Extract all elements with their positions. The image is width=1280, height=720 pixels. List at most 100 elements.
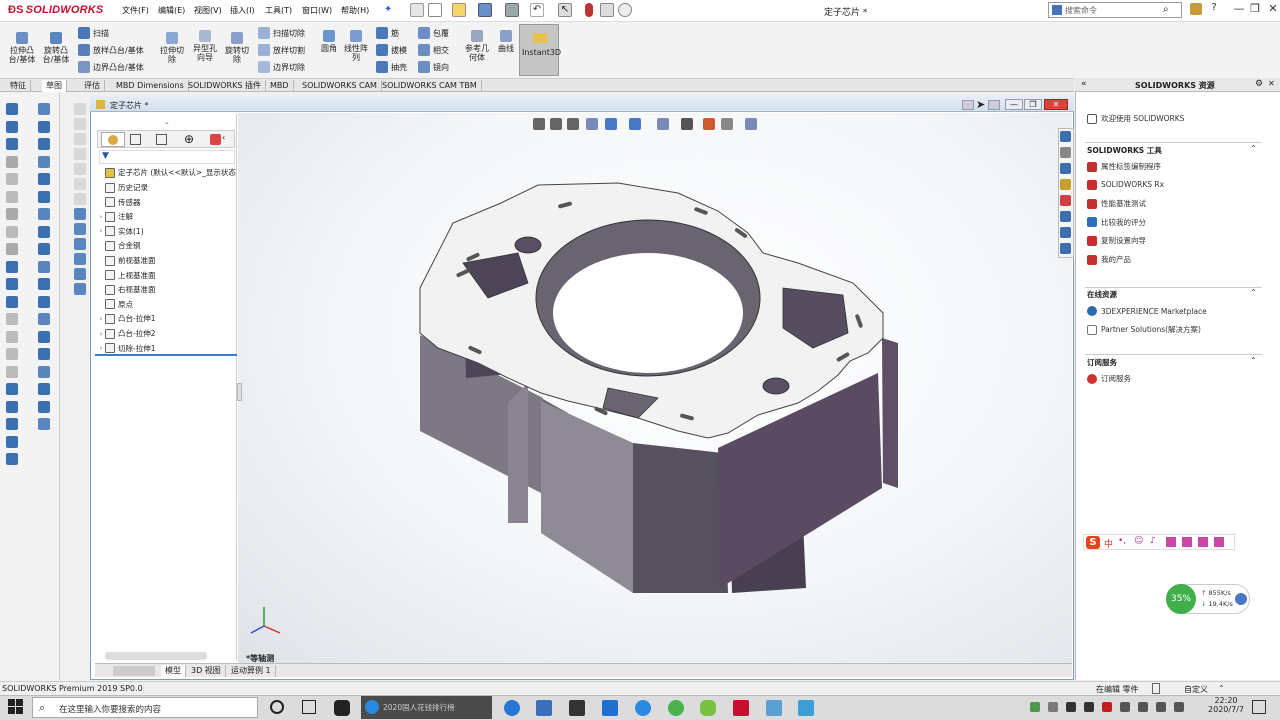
section-tools-title[interactable]: SOLIDWORKS 工具 xyxy=(1087,145,1162,156)
left-tool-icon[interactable] xyxy=(38,190,50,203)
task-pane-tab-icon[interactable] xyxy=(1060,163,1071,174)
tree-node[interactable]: 传感器 xyxy=(97,196,141,209)
left-tool-icon[interactable] xyxy=(38,225,50,238)
revolved-cut-button[interactable]: 旋转切除 xyxy=(222,32,252,64)
intersect-button[interactable]: 相交 xyxy=(418,44,449,56)
tray-icon[interactable] xyxy=(1120,702,1130,712)
menu-view[interactable]: 视图(V) xyxy=(194,5,222,16)
left-tool-icon[interactable] xyxy=(38,383,50,395)
reference-geometry-button[interactable]: 参考几何体 xyxy=(462,30,492,62)
tree-node[interactable]: › 凸台-拉伸1 xyxy=(97,312,155,325)
edge-icon[interactable] xyxy=(504,700,520,716)
solidworks-taskbar-icon[interactable] xyxy=(733,700,749,716)
sketch-tool-icon[interactable] xyxy=(74,103,86,115)
store-icon[interactable] xyxy=(569,700,585,716)
property-manager-icon[interactable] xyxy=(130,134,141,145)
left-tool-icon[interactable] xyxy=(6,260,18,273)
sketch-tool-icon[interactable] xyxy=(74,223,86,235)
ie-browser-icon[interactable] xyxy=(635,700,651,716)
left-tool-icon[interactable] xyxy=(38,348,50,360)
help-button[interactable]: ? xyxy=(1205,2,1223,18)
expand-arrow-icon[interactable]: › xyxy=(97,227,105,235)
solidworks-logo[interactable]: ƉS SOLIDWORKS xyxy=(8,4,103,16)
select-arrow-icon[interactable]: ↖ xyxy=(558,3,572,17)
menu-window[interactable]: 窗口(W) xyxy=(302,5,332,16)
wechat-icon[interactable] xyxy=(700,700,716,716)
ime-keyboard-icon[interactable] xyxy=(1166,537,1176,547)
section-online-title[interactable]: 在线资源 xyxy=(1087,289,1117,300)
left-tool-icon[interactable] xyxy=(6,278,18,290)
left-tool-icon[interactable] xyxy=(38,208,50,220)
cortana-icon[interactable] xyxy=(270,700,284,714)
chevron-up-icon[interactable]: ⌃ xyxy=(1250,288,1257,297)
shell-button[interactable]: 抽壳 xyxy=(376,61,407,73)
notification-center-icon[interactable] xyxy=(1252,700,1266,714)
left-tool-icon[interactable] xyxy=(38,400,50,413)
rib-button[interactable]: 筋 xyxy=(376,27,399,39)
left-tool-icon[interactable] xyxy=(6,120,18,133)
tool-link[interactable]: 性能基准测试 xyxy=(1087,198,1146,209)
linear-pattern-button[interactable]: 线性阵列 xyxy=(342,30,370,62)
section-subscription-title[interactable]: 订阅服务 xyxy=(1087,357,1117,368)
rollback-bar[interactable] xyxy=(95,354,237,356)
task-pane-tab-icon[interactable] xyxy=(1060,195,1071,206)
menu-help[interactable]: 帮助(H) xyxy=(341,5,369,16)
chevron-up-icon[interactable]: ⌃ xyxy=(1250,144,1257,153)
left-tool-icon[interactable] xyxy=(38,313,50,325)
traffic-light-icon[interactable] xyxy=(585,3,593,17)
tab-sketch[interactable]: 草图 xyxy=(42,80,67,92)
left-tool-icon[interactable] xyxy=(38,155,50,168)
browser-360-icon[interactable] xyxy=(668,700,684,716)
tray-icon[interactable] xyxy=(1156,702,1166,712)
expand-arrow-icon[interactable]: › xyxy=(97,315,105,323)
print-icon[interactable] xyxy=(505,3,519,17)
tool-link[interactable]: 比较我的评分 xyxy=(1087,217,1146,228)
left-tool-icon[interactable] xyxy=(38,138,50,150)
mail-icon[interactable] xyxy=(602,700,618,716)
app-icon[interactable] xyxy=(334,700,350,716)
tray-icon[interactable] xyxy=(1174,702,1184,712)
welcome-link[interactable]: 欢迎使用 SOLIDWORKS xyxy=(1087,113,1184,124)
expand-arrow-icon[interactable]: › xyxy=(97,344,105,352)
ime-skin-icon[interactable] xyxy=(1198,537,1208,547)
extruded-boss-button[interactable]: 拉伸凸台/基体 xyxy=(6,32,38,64)
curves-button[interactable]: 曲线 xyxy=(494,30,518,53)
link-subscription[interactable]: 订阅服务 xyxy=(1087,373,1131,384)
sketch-tool-icon[interactable] xyxy=(74,193,86,205)
tray-icon[interactable] xyxy=(1138,702,1148,712)
display-manager-icon[interactable] xyxy=(210,134,221,145)
tab-features[interactable]: 特征 xyxy=(6,80,31,92)
left-tool-icon[interactable] xyxy=(6,435,18,448)
tree-root-part[interactable]: 定子芯片 (默认<<默认>_显示状态 xyxy=(97,166,236,179)
left-tool-icon[interactable] xyxy=(38,295,50,308)
tree-node[interactable]: 历史记录 xyxy=(97,181,148,194)
extruded-cut-button[interactable]: 拉伸切除 xyxy=(158,32,186,64)
task-pane-tab-icon[interactable] xyxy=(1060,243,1071,254)
left-tool-icon[interactable] xyxy=(6,295,18,308)
tray-icon[interactable] xyxy=(1102,702,1112,712)
rebuild-icon[interactable] xyxy=(600,3,614,17)
swept-boss-button[interactable]: 扫描 xyxy=(78,27,109,39)
tab-scroll-buttons[interactable] xyxy=(113,666,155,676)
tree-node[interactable]: 右视基准面 xyxy=(97,283,156,296)
sketch-tool-icon[interactable] xyxy=(74,268,86,280)
tree-scrollbar[interactable] xyxy=(105,652,207,660)
left-tool-icon[interactable] xyxy=(6,155,18,168)
tool-link[interactable]: 属性标签编制程序 xyxy=(1087,161,1161,172)
configuration-manager-icon[interactable] xyxy=(156,134,167,145)
tab-solidworks-cam-tbm[interactable]: SOLIDWORKS CAM TBM xyxy=(378,80,482,92)
units-selector[interactable]: 自定义 xyxy=(1184,684,1208,695)
expand-arrow-icon[interactable]: › xyxy=(97,213,105,221)
left-tool-icon[interactable] xyxy=(6,313,18,325)
task-view-icon[interactable] xyxy=(302,700,316,714)
tabs-scroll-arrow[interactable]: ‹ xyxy=(222,133,225,142)
tray-icon[interactable] xyxy=(1066,702,1076,712)
left-tool-icon[interactable] xyxy=(38,173,50,185)
ime-punctuation-icon[interactable]: •, xyxy=(1118,536,1126,546)
tab-3d-views[interactable]: 3D 视图 xyxy=(187,665,226,677)
tray-icon[interactable] xyxy=(1084,702,1094,712)
left-tool-icon[interactable] xyxy=(6,103,18,115)
ime-emoji-icon[interactable]: ☺ xyxy=(1134,536,1143,546)
sketch-tool-icon[interactable] xyxy=(74,148,86,160)
tree-node[interactable]: 合金钢 xyxy=(97,239,141,252)
